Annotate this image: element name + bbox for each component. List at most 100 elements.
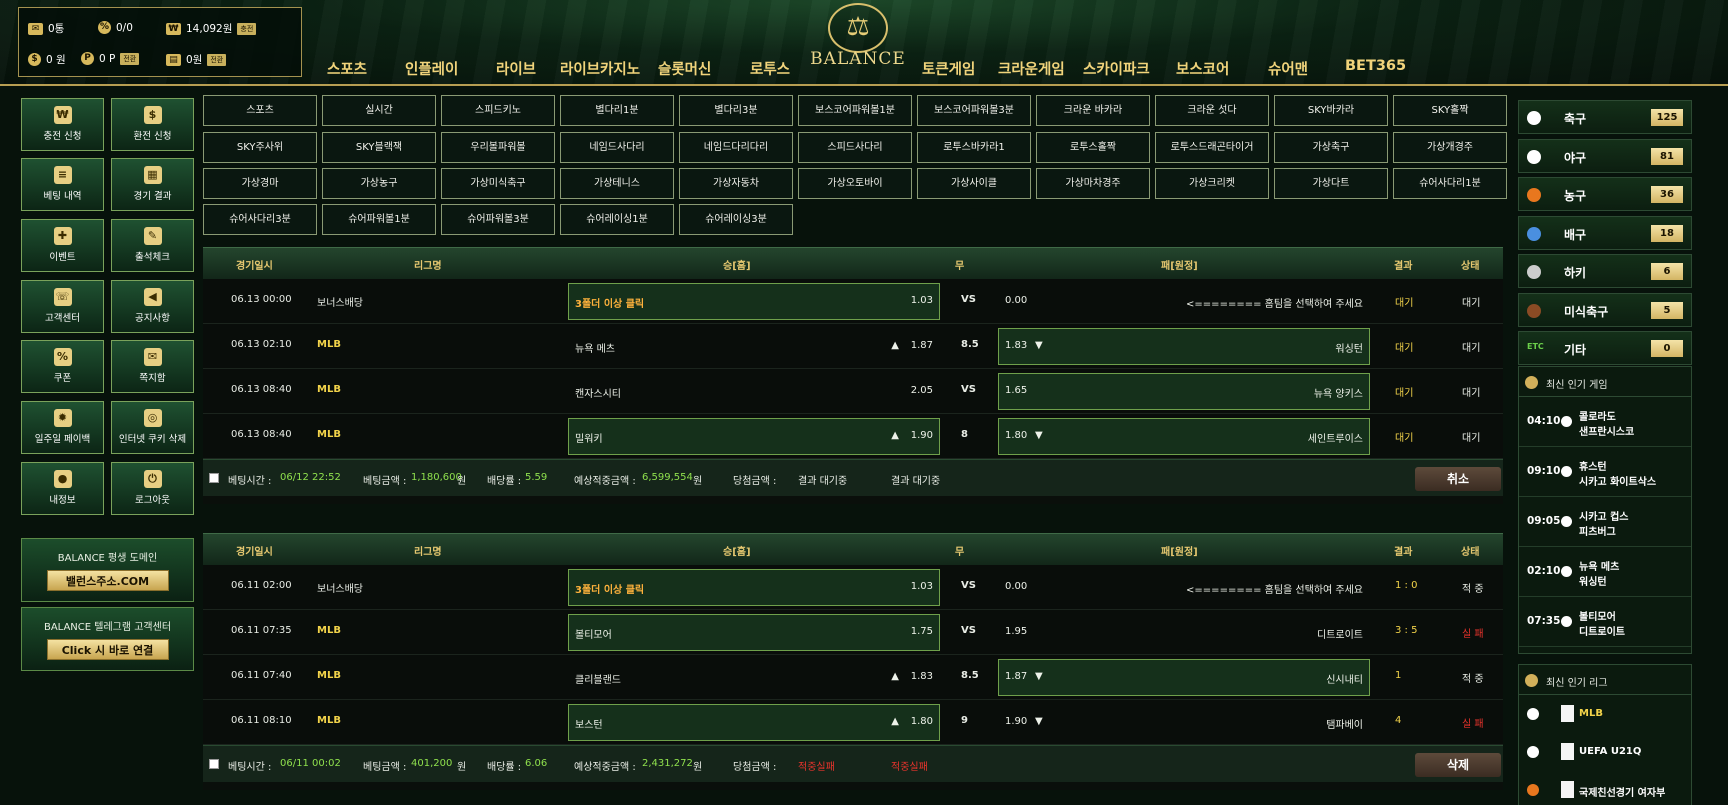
- home-odds-cell[interactable]: 클리블랜드 ▲ 1.83: [568, 659, 940, 696]
- sport-6[interactable]: ETC 기타 0: [1518, 331, 1692, 365]
- game-button[interactable]: 스피드키노: [441, 95, 555, 126]
- nav-crown-game[interactable]: 크라운게임: [998, 58, 1065, 79]
- away-odds-cell[interactable]: 1.95 디트로이트: [998, 614, 1370, 651]
- menu-coupon[interactable]: % 쿠폰: [21, 340, 104, 393]
- menu-weekly-payback[interactable]: ✹ 일주일 페이백: [21, 401, 104, 454]
- nav-skypark[interactable]: 스카이파크: [1083, 58, 1150, 79]
- nav-boscore[interactable]: 보스코어: [1176, 58, 1229, 79]
- game-button[interactable]: 가상테니스: [560, 168, 674, 199]
- game-button[interactable]: 가상오토바이: [798, 168, 912, 199]
- away-odds-cell[interactable]: 1.65 뉴욕 양키스: [998, 373, 1370, 410]
- home-odds-cell[interactable]: 3폴더 이상 클릭 1.03: [568, 283, 940, 320]
- delete-button[interactable]: 삭제: [1415, 753, 1501, 777]
- game-button[interactable]: 가상축구: [1274, 132, 1388, 163]
- domain-button[interactable]: 밸런스주소.COM: [46, 570, 169, 591]
- game-button[interactable]: 슈어파워볼3분: [441, 204, 555, 235]
- game-button[interactable]: 가상미식축구: [441, 168, 555, 199]
- popular-league-item[interactable]: UEFA U21Q: [1519, 733, 1691, 771]
- game-button[interactable]: 로투스바카라1: [917, 132, 1031, 163]
- sport-3[interactable]: 배구 18: [1518, 215, 1692, 250]
- game-button[interactable]: 로투스홀짝: [1036, 132, 1150, 163]
- home-odds-cell[interactable]: 3폴더 이상 클릭 1.03: [568, 569, 940, 606]
- game-button[interactable]: 보스코어파워볼1분: [798, 95, 912, 126]
- menu-deposit[interactable]: ₩ 충전 신청: [21, 98, 104, 151]
- menu-event[interactable]: ✚ 이벤트: [21, 219, 104, 272]
- game-button[interactable]: 가상자동차: [679, 168, 793, 199]
- menu-my-info[interactable]: ● 내정보: [21, 462, 104, 515]
- sport-0[interactable]: 축구 125: [1518, 100, 1692, 134]
- sport-2[interactable]: 농구 36: [1518, 177, 1692, 211]
- game-button[interactable]: 슈어파워볼1분: [322, 204, 436, 235]
- menu-notice[interactable]: ◀ 공지사항: [111, 280, 194, 333]
- nav-bet365[interactable]: BET365: [1345, 58, 1406, 74]
- charge-button[interactable]: 충전: [237, 22, 257, 35]
- sport-4[interactable]: 하키 6: [1518, 254, 1692, 288]
- game-button[interactable]: 별다리1분: [560, 95, 674, 126]
- game-button[interactable]: 네임드사다리: [560, 132, 674, 163]
- draw-handicap[interactable]: 8.5: [961, 339, 979, 350]
- game-button[interactable]: 슈어사다리3분: [203, 204, 317, 235]
- popular-league-item[interactable]: MLB: [1519, 695, 1691, 733]
- game-button[interactable]: 가상농구: [322, 168, 436, 199]
- nav-token-game[interactable]: 토큰게임: [922, 58, 975, 79]
- draw-handicap[interactable]: VS: [961, 294, 976, 305]
- menu-customer-center[interactable]: ☏ 고객센터: [21, 280, 104, 333]
- game-button[interactable]: 보스코어파워볼3분: [917, 95, 1031, 126]
- game-button[interactable]: SKY홀짝: [1393, 95, 1507, 126]
- game-button[interactable]: 슈어레이싱1분: [560, 204, 674, 235]
- game-button[interactable]: 가상경마: [203, 168, 317, 199]
- game-button[interactable]: 네임드다리다리: [679, 132, 793, 163]
- menu-logout[interactable]: ⏻ 로그아웃: [111, 462, 194, 515]
- away-odds-cell[interactable]: 0.00 <======== 홈팀을 선택하여 주세요: [998, 569, 1370, 606]
- telegram-button[interactable]: Click 시 바로 연결: [46, 639, 169, 660]
- home-odds-cell[interactable]: 캔자스시티 2.05: [568, 373, 940, 410]
- draw-handicap[interactable]: 8.5: [961, 670, 979, 681]
- game-button[interactable]: 슈어사다리1분: [1393, 168, 1507, 199]
- game-button[interactable]: 가상다트: [1274, 168, 1388, 199]
- message-count[interactable]: ✉ 0통: [28, 21, 64, 36]
- nav-sureman[interactable]: 슈어맨: [1268, 58, 1308, 79]
- menu-clear-cookie[interactable]: ◎ 인터넷 쿠키 삭제: [111, 401, 194, 454]
- home-odds-cell[interactable]: 볼티모어 1.75: [568, 614, 940, 651]
- away-odds-cell[interactable]: 1.80 ▼ 세인트루이스: [998, 418, 1370, 455]
- nav-slot[interactable]: 슬롯머신: [658, 58, 711, 79]
- cancel-button[interactable]: 취소: [1415, 467, 1501, 491]
- game-button[interactable]: 별다리3분: [679, 95, 793, 126]
- draw-handicap[interactable]: VS: [961, 384, 976, 395]
- draw-handicap[interactable]: VS: [961, 580, 976, 591]
- game-button[interactable]: SKY블랙잭: [322, 132, 436, 163]
- popular-game-item[interactable]: 02:10 뉴욕 메츠 워싱턴: [1519, 547, 1691, 597]
- sport-1[interactable]: 야구 81: [1518, 138, 1692, 173]
- away-odds-cell[interactable]: 1.83 ▼ 워싱턴: [998, 328, 1370, 365]
- menu-withdraw[interactable]: $ 환전 신청: [111, 98, 194, 151]
- nav-inplay[interactable]: 인플레이: [405, 58, 458, 79]
- coupon-count[interactable]: % 0/0: [98, 21, 133, 34]
- nav-sports[interactable]: 스포츠: [327, 58, 367, 79]
- away-odds-cell[interactable]: 1.87 ▼ 신시내티: [998, 659, 1370, 696]
- draw-handicap[interactable]: 8: [961, 429, 968, 440]
- home-odds-cell[interactable]: 뉴욕 메츠 ▲ 1.87: [568, 328, 940, 365]
- game-button[interactable]: 스포츠: [203, 95, 317, 126]
- game-button[interactable]: SKY바카라: [1274, 95, 1388, 126]
- select-checkbox[interactable]: [209, 473, 219, 483]
- game-button[interactable]: 가상마차경주: [1036, 168, 1150, 199]
- game-button[interactable]: 로투스드래곤타이거: [1155, 132, 1269, 163]
- menu-bet-history[interactable]: ≡ 베팅 내역: [21, 158, 104, 211]
- game-button[interactable]: 가상개경주: [1393, 132, 1507, 163]
- popular-game-item[interactable]: 04:10 콜로라도 샌프란시스코: [1519, 397, 1691, 447]
- away-odds-cell[interactable]: 1.90 ▼ 탬파베이: [998, 704, 1370, 741]
- nav-live-casino[interactable]: 라이브카지노: [560, 58, 640, 79]
- popular-game-item[interactable]: 09:05 시카고 컵스 피츠버그: [1519, 497, 1691, 547]
- game-button[interactable]: 가상사이클: [917, 168, 1031, 199]
- menu-attendance[interactable]: ✎ 출석체크: [111, 219, 194, 272]
- draw-handicap[interactable]: VS: [961, 625, 976, 636]
- game-button[interactable]: 가상크리켓: [1155, 168, 1269, 199]
- menu-game-results[interactable]: ▦ 경기 결과: [111, 158, 194, 211]
- game-button[interactable]: 스피드사다리: [798, 132, 912, 163]
- nav-lotus[interactable]: 로투스: [750, 58, 790, 79]
- away-odds-cell[interactable]: 0.00 <======== 홈팀을 선택하여 주세요: [998, 283, 1370, 320]
- draw-handicap[interactable]: 9: [961, 715, 968, 726]
- game-button[interactable]: 우리볼파워볼: [441, 132, 555, 163]
- nav-live[interactable]: 라이브: [496, 58, 536, 79]
- game-button[interactable]: 크라운 바카라: [1036, 95, 1150, 126]
